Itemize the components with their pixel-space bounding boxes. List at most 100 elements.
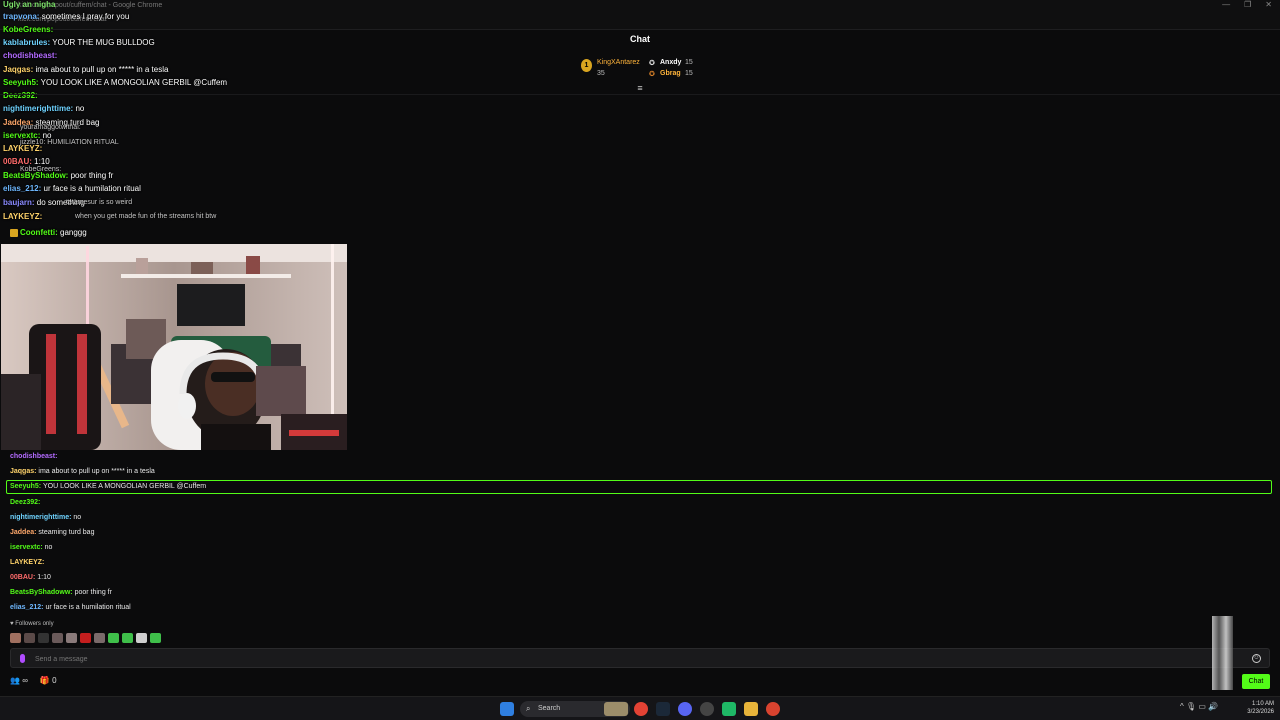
chat-message[interactable]: Deez392:	[10, 499, 40, 506]
leaderboard-third-name[interactable]: Gbrag	[660, 70, 681, 77]
emote-icon[interactable]	[94, 633, 105, 643]
stream-video[interactable]	[1, 244, 347, 450]
stream-scene	[1, 244, 347, 450]
overlay-chat-line: Ugly an nigha	[3, 0, 55, 9]
overlay-username: LAYKEYZ:	[3, 212, 43, 221]
expand-pinned-icon[interactable]: ≡	[634, 84, 646, 93]
chat-message[interactable]: Jaqgas: ima about to pull up on ***** in…	[10, 468, 155, 475]
overlay-username: chodishbeast:	[3, 51, 58, 60]
chat-message[interactable]: 00BAU: 1:10	[10, 574, 51, 581]
chat-username[interactable]: LAYKEYZ:	[10, 559, 44, 566]
app-icon[interactable]	[700, 702, 714, 716]
overlay-message-text: poor thing fr	[70, 171, 114, 180]
chat-message-text: no	[73, 514, 82, 521]
gift-leaderboard: 1 KingXAntarez 35 ✪ Anxdy 15 ✪ Gbrag 15	[578, 56, 708, 80]
bronze-medal-icon: ✪	[649, 71, 655, 78]
overlay-username: kablabrules:	[3, 38, 51, 47]
volume-icon[interactable]: 🔊	[1208, 702, 1218, 711]
overlay-username: nightimerighttime:	[3, 104, 74, 113]
chat-username[interactable]: 00BAU:	[10, 574, 35, 581]
minimize-icon[interactable]: —	[1222, 0, 1230, 9]
chat-username[interactable]: Jaddea:	[10, 529, 36, 536]
network-icon[interactable]: ▭	[1198, 702, 1206, 711]
emote-icon[interactable]	[80, 633, 91, 643]
overlay-message-text: ganggg	[60, 228, 87, 237]
overlay-username: Deez392:	[3, 91, 38, 100]
chrome-active-icon[interactable]	[766, 702, 780, 716]
leaderboard-second-name[interactable]: Anxdy	[660, 59, 681, 66]
gift-count: 0	[52, 676, 57, 685]
overlay-message-text: no	[75, 104, 85, 113]
emote-icon[interactable]	[52, 633, 63, 643]
start-icon[interactable]	[500, 702, 514, 716]
emote-icon[interactable]	[108, 633, 119, 643]
chat-username[interactable]: nightimerighttime:	[10, 514, 71, 521]
overlay-chat-line: trapvona: sometimes I pray for you	[3, 12, 129, 21]
chat-username[interactable]: iservextc:	[10, 544, 43, 551]
chat-bottom-bar: 👥 ∞ 🎁 0	[10, 676, 57, 685]
chat-message[interactable]: Jaddea: steaming turd bag	[10, 529, 94, 536]
chrome-icon[interactable]	[634, 702, 648, 716]
leaderboard-second-points: 15	[685, 59, 693, 66]
viewers-value: ∞	[22, 676, 28, 685]
chat-message[interactable]: iservextc: no	[10, 544, 52, 551]
chat-message[interactable]: chodishbeast:	[10, 453, 57, 460]
overlay-chat-line: 00BAU: 1:10	[3, 157, 50, 166]
chat-message[interactable]: elias_212: ur face is a humilation ritua…	[10, 604, 131, 611]
chat-message[interactable]: Seeyuh5: YOU LOOK LIKE A MONGOLIAN GERBI…	[10, 483, 206, 490]
emote-icon[interactable]	[38, 633, 49, 643]
chat-message[interactable]: BeatsByShadoww: poor thing fr	[10, 589, 112, 596]
emote-icon[interactable]	[10, 633, 21, 643]
overlay-username: 00BAU:	[3, 157, 32, 166]
chevron-up-icon[interactable]: ^	[1180, 702, 1184, 711]
chat-message[interactable]: nightimerighttime: no	[10, 514, 81, 521]
emote-icon[interactable]	[66, 633, 77, 643]
widget-icon[interactable]	[604, 702, 628, 716]
chat-username[interactable]: Jaqgas:	[10, 468, 36, 475]
emote-icon[interactable]	[24, 633, 35, 643]
header-divider	[0, 94, 1280, 95]
system-tray[interactable]: ^ 🎙 ▭ 🔊	[1180, 702, 1218, 711]
search-icon: ⌕	[526, 704, 531, 713]
emote-icon[interactable]	[122, 633, 133, 643]
chat-message[interactable]: LAYKEYZ:	[10, 559, 44, 566]
chat-username[interactable]: chodishbeast:	[10, 453, 57, 460]
message-input[interactable]	[35, 653, 1135, 665]
chat-username[interactable]: elias_212:	[10, 604, 43, 611]
window-controls: — ❐ ✕	[1222, 0, 1272, 9]
mic-icon[interactable]	[20, 654, 25, 663]
clock-date: 3/23/2026	[1247, 709, 1274, 715]
chat-username[interactable]: BeatsByShadoww:	[10, 589, 73, 596]
overlay-chat-line: chodishbeast:	[3, 51, 57, 60]
overlay-confetti-line: Coonfetti: ganggg	[10, 228, 87, 237]
chat-username[interactable]: Deez392:	[10, 499, 40, 506]
overlay-ghost-line: when you get made fun of the streams hit…	[75, 213, 217, 220]
maximize-icon[interactable]: ❐	[1244, 0, 1251, 9]
emote-icon[interactable]	[136, 633, 147, 643]
message-input-box[interactable]: ☺	[10, 648, 1270, 668]
kick-icon[interactable]	[722, 702, 736, 716]
recent-emotes-row	[10, 633, 161, 643]
overlay-chat-line: Jaqgas: ima about to pull up on ***** in…	[3, 65, 168, 74]
steam-icon[interactable]	[656, 702, 670, 716]
heart-icon: ♥	[10, 621, 14, 627]
close-icon[interactable]: ✕	[1265, 0, 1272, 9]
scrollbar-thumb[interactable]	[1212, 616, 1233, 690]
overlay-username: Coonfetti:	[20, 228, 58, 237]
emote-icon[interactable]	[150, 633, 161, 643]
discord-icon[interactable]	[678, 702, 692, 716]
stream-chat-overlay: Ugly an nigha trapvona: sometimes I pray…	[0, 0, 360, 240]
chat-message-text: no	[44, 544, 53, 551]
chat-username[interactable]: Seeyuh5:	[10, 483, 41, 490]
folder-icon[interactable]	[744, 702, 758, 716]
viewers-widget[interactable]: 👥 ∞	[10, 676, 28, 685]
leaderboard-first-name[interactable]: KingXAntarez	[597, 59, 640, 66]
gift-widget[interactable]: 🎁 0	[40, 676, 57, 685]
mic-tray-icon[interactable]: 🎙	[1186, 702, 1196, 711]
emoji-picker-icon[interactable]: ☺	[1252, 654, 1261, 663]
leaderboard-first-points: 35	[597, 70, 605, 77]
system-clock[interactable]: 1:10 AM 3/23/2026	[1240, 700, 1274, 716]
overlay-username: Seeyuh5:	[3, 78, 39, 87]
chat-message-text: ur face is a humilation ritual	[45, 604, 131, 611]
send-chat-button[interactable]: Chat	[1242, 674, 1270, 689]
